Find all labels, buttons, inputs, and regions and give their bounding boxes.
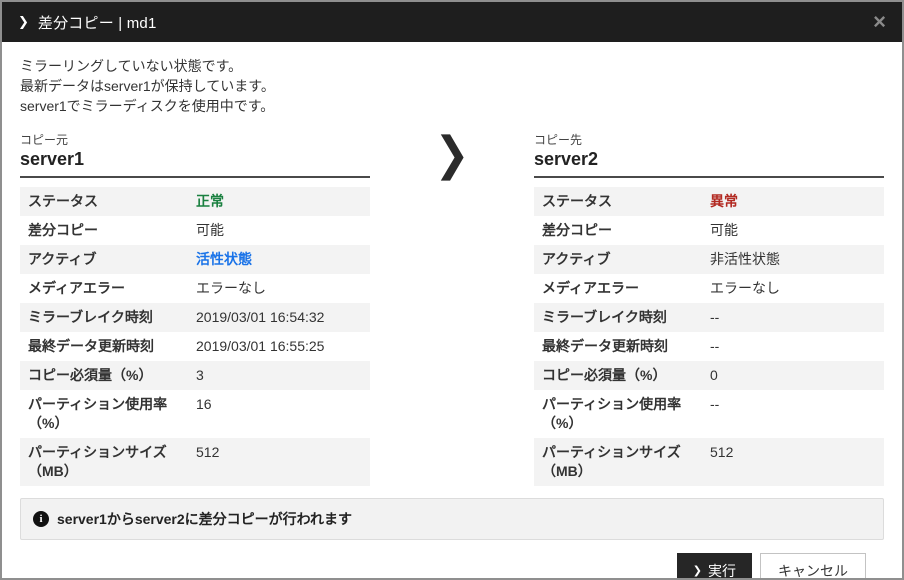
table-row: 最終データ更新時刻--: [534, 332, 884, 361]
copy-destination-table: ステータス異常差分コピー可能アクティブ非活性状態メディアエラーエラーなしミラーブ…: [534, 187, 884, 486]
cancel-button[interactable]: キャンセル: [760, 553, 866, 580]
row-label: パーティション使用率（%）: [28, 395, 196, 433]
table-row: メディアエラーエラーなし: [534, 274, 884, 303]
row-value: 可能: [710, 221, 876, 240]
dialog-header: ❯ 差分コピー | md1 ×: [2, 2, 902, 42]
row-label: パーティションサイズ（MB）: [28, 443, 196, 481]
row-label: ミラーブレイク時刻: [28, 308, 196, 327]
table-row: コピー必須量（%）3: [20, 361, 370, 390]
row-label: コピー必須量（%）: [28, 366, 196, 385]
row-label: アクティブ: [542, 250, 710, 269]
row-value: 512: [196, 443, 362, 462]
table-row: ミラーブレイク時刻--: [534, 303, 884, 332]
row-label: メディアエラー: [28, 279, 196, 298]
copy-source-column: コピー元 server1 ステータス正常差分コピー可能アクティブ活性状態メディア…: [20, 131, 370, 486]
status-message-line3: server1でミラーディスクを使用中です。: [20, 96, 884, 116]
table-row: パーティションサイズ（MB）512: [534, 438, 884, 486]
row-value: 可能: [196, 221, 362, 240]
info-icon: i: [33, 511, 49, 527]
row-value: --: [710, 337, 876, 356]
table-row: ステータス正常: [20, 187, 370, 216]
status-message-line2: 最新データはserver1が保持しています。: [20, 76, 884, 96]
copy-direction-arrow-icon: ❯: [434, 131, 469, 177]
row-value: エラーなし: [710, 279, 876, 298]
copy-source-server-name: server1: [20, 149, 370, 170]
row-value: エラーなし: [196, 279, 362, 298]
status-message-line1: ミラーリングしていない状態です。: [20, 56, 884, 76]
copy-source-table: ステータス正常差分コピー可能アクティブ活性状態メディアエラーエラーなしミラーブレ…: [20, 187, 370, 486]
copy-destination-column: コピー先 server2 ステータス異常差分コピー可能アクティブ非活性状態メディ…: [534, 131, 884, 486]
execute-button-label: 実行: [708, 561, 736, 580]
row-label: パーティション使用率（%）: [542, 395, 710, 433]
table-row: アクティブ活性状態: [20, 245, 370, 274]
row-value: 非活性状態: [710, 250, 876, 269]
row-label: 最終データ更新時刻: [542, 337, 710, 356]
row-value: 512: [710, 443, 876, 462]
diff-copy-dialog: ❯ 差分コピー | md1 × ミラーリングしていない状態です。 最新データはs…: [0, 0, 904, 580]
dialog-body: ミラーリングしていない状態です。 最新データはserver1が保持しています。 …: [2, 42, 902, 580]
row-label: ステータス: [28, 192, 196, 211]
row-value: 2019/03/01 16:54:32: [196, 308, 362, 327]
info-banner-text: server1からserver2に差分コピーが行われます: [57, 509, 352, 529]
copy-destination-server-name: server2: [534, 149, 884, 170]
row-label: 差分コピー: [542, 221, 710, 240]
row-value: 16: [196, 395, 362, 414]
row-label: コピー必須量（%）: [542, 366, 710, 385]
table-row: パーティションサイズ（MB）512: [20, 438, 370, 486]
table-row: ステータス異常: [534, 187, 884, 216]
table-row: 最終データ更新時刻2019/03/01 16:55:25: [20, 332, 370, 361]
row-label: 差分コピー: [28, 221, 196, 240]
row-value: 異常: [710, 192, 876, 211]
table-row: パーティション使用率（%）16: [20, 390, 370, 438]
table-row: 差分コピー可能: [534, 216, 884, 245]
close-icon[interactable]: ×: [873, 11, 886, 33]
dialog-title: 差分コピー | md1: [38, 12, 157, 33]
execute-button[interactable]: ❯ 実行: [677, 553, 752, 580]
copy-source-role-label: コピー元: [20, 131, 370, 148]
status-message: ミラーリングしていない状態です。 最新データはserver1が保持しています。 …: [20, 56, 884, 116]
copy-destination-role-label: コピー先: [534, 131, 884, 148]
table-row: パーティション使用率（%）--: [534, 390, 884, 438]
table-row: コピー必須量（%）0: [534, 361, 884, 390]
row-label: 最終データ更新時刻: [28, 337, 196, 356]
copy-direction-arrow-wrap: ❯: [370, 131, 534, 486]
row-value: 正常: [196, 192, 362, 211]
row-value: 3: [196, 366, 362, 385]
info-banner: i server1からserver2に差分コピーが行われます: [20, 498, 884, 540]
copy-destination-header: コピー先 server2: [534, 131, 884, 178]
copy-source-header: コピー元 server1: [20, 131, 370, 178]
cancel-button-label: キャンセル: [778, 561, 848, 580]
dialog-footer: ❯ 実行 キャンセル: [20, 540, 884, 580]
table-row: ミラーブレイク時刻2019/03/01 16:54:32: [20, 303, 370, 332]
table-row: アクティブ非活性状態: [534, 245, 884, 274]
row-label: パーティションサイズ（MB）: [542, 443, 710, 481]
table-row: メディアエラーエラーなし: [20, 274, 370, 303]
row-value: 2019/03/01 16:55:25: [196, 337, 362, 356]
row-value: 活性状態: [196, 250, 362, 269]
row-value: --: [710, 395, 876, 414]
row-value: 0: [710, 366, 876, 385]
row-label: メディアエラー: [542, 279, 710, 298]
header-chevron-icon: ❯: [18, 14, 29, 30]
row-label: アクティブ: [28, 250, 196, 269]
execute-chevron-icon: ❯: [693, 564, 702, 577]
row-value: --: [710, 308, 876, 327]
row-label: ステータス: [542, 192, 710, 211]
table-row: 差分コピー可能: [20, 216, 370, 245]
row-label: ミラーブレイク時刻: [542, 308, 710, 327]
server-columns: コピー元 server1 ステータス正常差分コピー可能アクティブ活性状態メディア…: [20, 131, 884, 486]
